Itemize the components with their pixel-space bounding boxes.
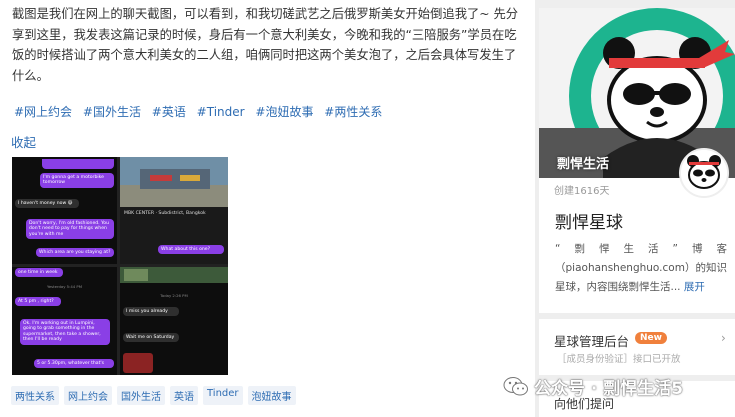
admin-subtitle: ［成员身份验证］接口已开放 bbox=[557, 354, 681, 365]
banner-title: 剽悍生活 bbox=[557, 157, 610, 172]
hashtag[interactable]: #网上约会 bbox=[14, 105, 72, 119]
expand-link[interactable]: 展开 bbox=[684, 281, 705, 293]
chat-screenshot-3[interactable]: one time in week Yesterday 5:44 PM At 5 … bbox=[12, 267, 117, 375]
chat-bubble: At 5 pm , right? bbox=[15, 297, 61, 307]
new-badge: New bbox=[635, 332, 667, 344]
chat-screenshot-1[interactable]: I'm gonna get a motorbike tomorrow I hav… bbox=[12, 157, 117, 264]
admin-panel-link[interactable]: 星球管理后台 New ［成员身份验证］接口已开放 › bbox=[539, 319, 735, 375]
tag[interactable]: Tinder bbox=[203, 386, 243, 405]
chat-screenshot-4[interactable]: Today 2:26 PM I miss you already Wait me… bbox=[120, 267, 228, 375]
chat-bubble: 5 or 5.30pm, whatever that's bbox=[34, 359, 114, 369]
timestamp: Today 2:26 PM bbox=[160, 293, 188, 298]
chat-bubble bbox=[42, 159, 114, 169]
tag[interactable]: 泡妞故事 bbox=[247, 386, 296, 405]
chat-bubble: I'm gonna get a motorbike tomorrow bbox=[40, 173, 114, 188]
admin-title: 星球管理后台 bbox=[554, 334, 630, 349]
watermark: 公众号 · 剽悍生活5 bbox=[503, 375, 684, 399]
hashtag[interactable]: #Tinder bbox=[197, 105, 245, 119]
chevron-right-icon: › bbox=[721, 331, 726, 345]
chat-bubble: Wait me on Saturday bbox=[123, 333, 179, 343]
map-photo bbox=[120, 157, 228, 207]
chat-bubble: Which area are you staying at? bbox=[36, 248, 114, 258]
planet-card: 剽悍生活 创建1616天 剽悍星球 “剽悍生活”博客（piaohanshengh… bbox=[539, 8, 735, 313]
chat-bubble: Ok. I'm working out in Lumpini, going to… bbox=[20, 319, 110, 345]
photo-thumbnail bbox=[123, 353, 153, 373]
chat-bubble: I haven't money now 😃 bbox=[15, 199, 79, 209]
image-grid: I'm gonna get a motorbike tomorrow I hav… bbox=[12, 157, 228, 375]
post-paragraph: 截图是我们在网上的聊天截图，可以看到，和我切磋武艺之后俄罗斯美女开始倒追我了~ … bbox=[12, 7, 519, 83]
watermark-text: 公众号 · 剽悍生活5 bbox=[534, 378, 684, 399]
created-days: 创建1616天 bbox=[554, 186, 610, 197]
tag-list: 两性关系 网上约会 国外生活 英语 Tinder 泡妞故事 bbox=[11, 386, 296, 405]
hashtag[interactable]: #国外生活 bbox=[83, 105, 141, 119]
photo-strip bbox=[120, 267, 228, 283]
avatar[interactable] bbox=[679, 148, 729, 198]
hashtag[interactable]: #两性关系 bbox=[324, 105, 382, 119]
chat-bubble: What about this one? bbox=[158, 245, 224, 255]
tag[interactable]: 两性关系 bbox=[11, 386, 59, 405]
hashtag[interactable]: #英语 bbox=[152, 105, 186, 119]
chat-bubble: Don't worry, I'm old fashioned. You don'… bbox=[26, 219, 114, 240]
post-content: 截图是我们在网上的聊天截图，可以看到，和我切磋武艺之后俄罗斯美女开始倒追我了~ … bbox=[0, 0, 535, 417]
chat-bubble: one time in week bbox=[15, 268, 63, 278]
wechat-icon bbox=[503, 377, 528, 396]
hashtag[interactable]: #泡妞故事 bbox=[255, 105, 313, 119]
location-label: MBK CENTER · Subdistrict, Bangkok bbox=[124, 211, 206, 216]
planet-description: “剽悍生活”博客（piaohanshenghuo.com）的知识星球，内容围绕剽… bbox=[555, 243, 727, 293]
planet-name: 剽悍星球 bbox=[555, 213, 623, 233]
hashtag-list: #网上约会 #国外生活 #英语 #Tinder #泡妞故事 #两性关系 bbox=[14, 103, 389, 120]
panda-avatar-icon bbox=[681, 150, 727, 196]
tag[interactable]: 国外生活 bbox=[117, 386, 165, 405]
tag[interactable]: 网上约会 bbox=[64, 386, 112, 405]
collapse-link[interactable]: 收起 bbox=[11, 132, 36, 151]
timestamp: Yesterday 5:44 PM bbox=[47, 284, 82, 289]
tag[interactable]: 英语 bbox=[170, 386, 198, 405]
chat-bubble: I miss you already bbox=[123, 307, 179, 317]
chat-screenshot-2[interactable]: MBK CENTER · Subdistrict, Bangkok What a… bbox=[120, 157, 228, 264]
